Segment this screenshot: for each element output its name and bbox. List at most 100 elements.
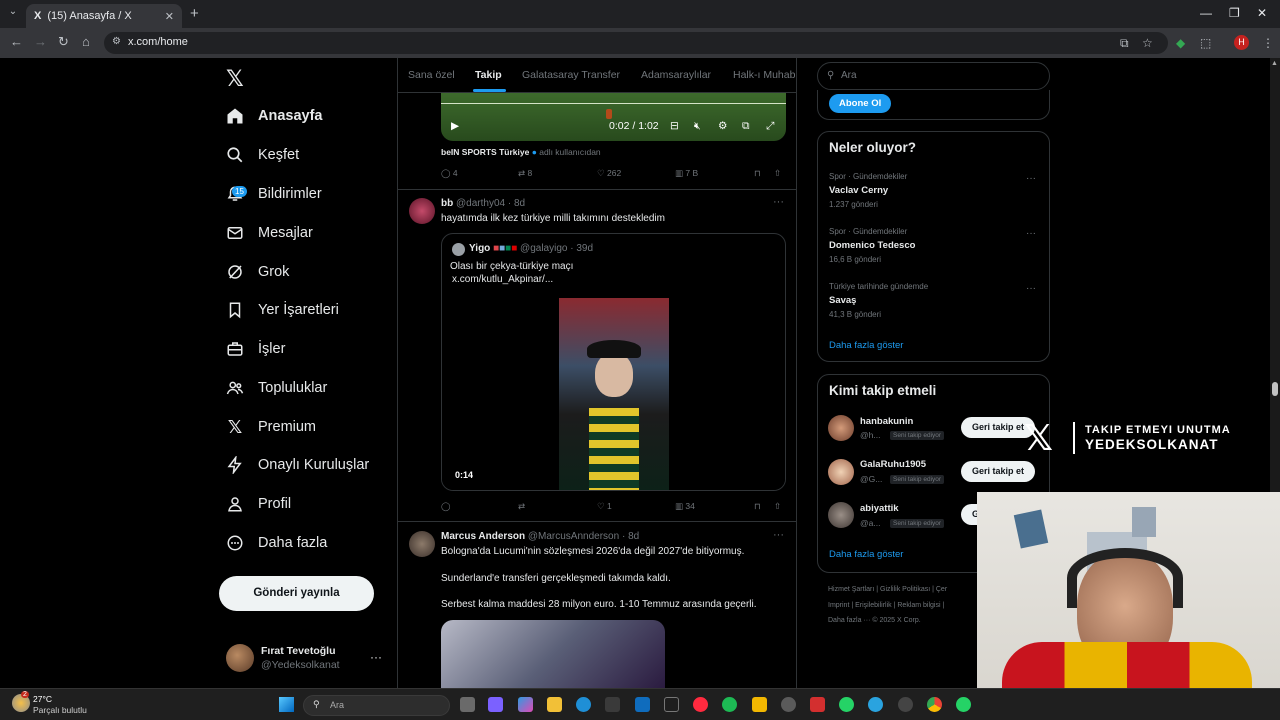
scrollbar-thumb[interactable] [1272,382,1278,396]
sidebar-item-verified-orgs[interactable]: Onaylı Kuruluşlar [224,447,369,483]
tab-close-icon[interactable]: ✕ [165,10,174,23]
trend-more-icon[interactable]: ··· [1026,173,1036,184]
tab-following[interactable]: Takip [475,69,502,81]
sidebar-item-profile[interactable]: Profil [224,486,291,522]
who-to-follow-show-more[interactable]: Daha fazla göster [829,549,903,560]
quote-video[interactable]: 0:14 [442,298,785,490]
chrome-menu-icon[interactable]: ⋮ [1262,36,1274,50]
settings-icon[interactable]: ⚙ [718,120,727,132]
app-icon[interactable] [898,697,913,712]
fullscreen-icon[interactable]: ⤢ [766,120,774,133]
repost-button[interactable]: ⇄ [518,501,525,512]
sidebar-item-communities[interactable]: Topluluklar [224,370,327,406]
tab-list-galatasaray-transfer[interactable]: Galatasaray Transfer [522,69,620,81]
quoted-post[interactable]: Yigo ■■■■ @galayigo · 39d Olası bir çeky… [441,233,786,491]
sidebar-item-jobs[interactable]: İşler [224,331,285,367]
minimize-icon[interactable]: — [1200,6,1212,20]
avatar[interactable] [828,415,854,441]
bookmark-post-icon[interactable]: ⊓ [754,168,761,179]
share-icon[interactable]: ⇧ [774,501,781,512]
tab-list-halk-i-muhab[interactable]: Halk-ı Muhab [733,69,795,81]
maximize-icon[interactable]: ❐ [1229,6,1240,20]
suggested-user-name[interactable]: abiyattik [860,503,899,514]
search-input[interactable]: ⚲ Ara [817,62,1050,90]
play-icon[interactable]: ▶ [451,120,459,132]
app-icon[interactable] [810,697,825,712]
extension-icon[interactable]: ◆ [1176,36,1185,50]
footer-links-row[interactable]: Imprint | Erişilebilirlik | Reklam bilgi… [828,602,944,609]
sidebar-item-home[interactable]: Anasayfa [224,98,322,134]
share-icon[interactable]: ⇧ [774,168,781,179]
tab-list-adamsaraylilar[interactable]: Adamsaraylılar [641,69,711,81]
subscribe-button[interactable]: Abone Ol [829,94,892,113]
opera-icon[interactable] [693,697,708,712]
mute-icon[interactable]: 🔇︎ [694,120,701,133]
cast-icon[interactable]: ⧉ [1120,36,1129,51]
follow-back-button[interactable]: Geri takip et [961,461,1036,482]
trend-name[interactable]: Vaclav Cerny [829,185,888,196]
pip-icon[interactable]: ⧉ [742,120,750,133]
trends-show-more[interactable]: Daha fazla göster [829,340,903,351]
tab-search-icon[interactable]: ⌄ [6,6,20,20]
sidebar-item-bookmarks[interactable]: Yer İşaretleri [224,292,339,328]
teams-icon[interactable] [488,697,503,712]
edge-icon[interactable] [576,697,591,712]
bookmark-post-icon[interactable]: ⊓ [754,501,761,512]
post-author[interactable]: bb @darthy04 · 8d [441,198,525,209]
bookmark-star-icon[interactable]: ☆ [1142,36,1153,50]
post-more-icon[interactable]: ··· [773,196,784,208]
reply-button[interactable]: ◯ [441,501,451,512]
trend-more-icon[interactable]: ··· [1026,283,1036,294]
views-button[interactable]: ▥ 34 [675,501,695,512]
sidebar-item-messages[interactable]: Mesajlar [224,215,313,251]
post-author[interactable]: Marcus Anderson @MarcusAnnderson · 8d [441,531,639,542]
sidebar-item-explore[interactable]: Keşfet [224,137,299,173]
back-icon[interactable]: ← [10,34,23,49]
like-button[interactable]: ♡ 1 [597,501,612,512]
tab-for-you[interactable]: Sana özel [408,69,455,81]
repost-button[interactable]: ⇄ 8 [518,168,532,179]
new-tab-icon[interactable]: + [190,5,199,22]
browser-profile-avatar[interactable]: H [1234,35,1249,50]
sidebar-item-notifications[interactable]: 15 Bildirimler [224,176,322,212]
site-info-icon[interactable]: ⚙ [112,36,121,47]
home-button-icon[interactable]: ⌂ [82,34,90,49]
sidebar-item-grok[interactable]: Grok [224,254,289,290]
app-icon[interactable] [664,697,679,712]
trend-name[interactable]: Savaş [829,295,856,306]
captions-icon[interactable]: ⊟ [670,120,679,132]
footer-links-row[interactable]: Daha fazla ··· © 2025 X Corp. [828,617,921,624]
extensions-puzzle-icon[interactable]: ⬚ [1200,36,1211,50]
views-button[interactable]: ▥ 7 B [675,168,698,179]
whatsapp-icon[interactable] [839,697,854,712]
post-button[interactable]: Gönderi yayınla [219,576,374,611]
reload-icon[interactable]: ↻ [58,34,69,50]
settings-gear-icon[interactable] [781,697,796,712]
url-field[interactable]: ⚙ x.com/home [104,32,1168,54]
video-player[interactable] [441,93,786,141]
taskbar-search[interactable]: ⚲ Ara [303,695,450,716]
video-source[interactable]: beIN SPORTS Türkiye ● adlı kullanıcıdan [441,147,601,157]
trend-name[interactable]: Domenico Tedesco [829,240,915,251]
avatar[interactable] [828,459,854,485]
scroll-up-icon[interactable]: ▲ [1271,60,1278,67]
reply-button[interactable]: ◯ 4 [441,168,458,179]
window-close-icon[interactable]: ✕ [1257,6,1267,20]
app-icon[interactable] [956,697,971,712]
app-icon[interactable] [752,697,767,712]
avatar[interactable] [409,531,435,557]
start-menu-icon[interactable] [279,697,294,712]
like-button[interactable]: ♡ 262 [597,168,621,179]
outlook-icon[interactable] [635,697,650,712]
quote-link[interactable]: x.com/kutlu_Akpinar/... [452,274,553,285]
post-image[interactable] [441,620,665,688]
account-more-icon[interactable]: ··· [370,650,382,664]
avatar[interactable] [828,502,854,528]
post-more-icon[interactable]: ··· [773,529,784,541]
file-explorer-icon[interactable] [547,697,562,712]
forward-icon[interactable]: → [34,34,47,49]
browser-tab[interactable]: X (15) Anasayfa / X ✕ [26,4,182,28]
x-logo-icon[interactable]: 𝕏 [226,66,244,92]
store-icon[interactable] [605,697,620,712]
sidebar-item-more[interactable]: Daha fazla [224,525,327,561]
